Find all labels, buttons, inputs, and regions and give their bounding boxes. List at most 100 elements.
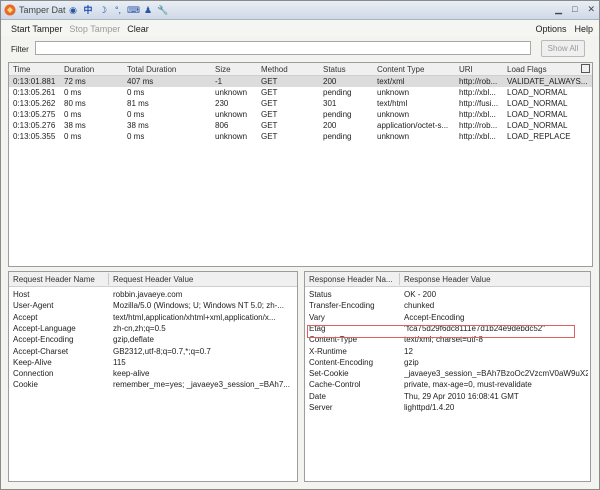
header-row[interactable]: X-Runtime 12 xyxy=(305,346,590,357)
table-cell: 407 ms xyxy=(127,77,154,86)
header-row[interactable]: Transfer-Encoding chunked xyxy=(305,300,590,311)
stop-tamper-button[interactable]: Stop Tamper xyxy=(69,24,120,34)
filter-input[interactable] xyxy=(35,41,531,55)
header-row[interactable]: Date Thu, 29 Apr 2010 16:08:41 GMT xyxy=(305,391,590,402)
table-cell: unknown xyxy=(215,88,248,97)
column-header[interactable]: URI xyxy=(459,65,505,74)
title-bar: Tamper Dat ◉ 中 ☽ °, ⌨ ♟ 🔧 ▁ □ ✕ xyxy=(1,1,599,20)
header-name: Accept xyxy=(13,312,38,322)
header-row[interactable]: Set-Cookie _javaeye3_session_=BAh7BzoOc2V… xyxy=(305,368,590,379)
filter-bar: Filter Show All xyxy=(1,38,599,60)
table-cell: pending xyxy=(323,110,352,119)
header-row[interactable]: Accept text/html,application/xhtml+xml,ap… xyxy=(9,312,297,323)
header-row[interactable]: Server lighttpd/1.4.20 xyxy=(305,402,590,413)
header-name: Accept-Charset xyxy=(13,346,69,356)
start-tamper-button[interactable]: Start Tamper xyxy=(11,24,62,34)
options-menu[interactable]: Options xyxy=(535,24,566,34)
table-cell: text/xml xyxy=(377,77,405,86)
column-header[interactable]: Status xyxy=(323,65,375,74)
table-cell: 0:13:01.881 xyxy=(13,77,56,86)
header-row[interactable]: Host robbin.javaeye.com xyxy=(9,289,297,300)
header-row[interactable]: Accept-Language zh-cn,zh;q=0.5 xyxy=(9,323,297,334)
header-value: gzip,deflate xyxy=(113,335,154,345)
header-row[interactable]: Status OK - 200 xyxy=(305,289,590,300)
table-cell: 0 ms xyxy=(64,132,82,141)
column-picker-icon[interactable] xyxy=(581,64,590,73)
table-cell: application/octet-s... xyxy=(377,121,449,130)
header-row[interactable]: Cookie remember_me=yes; _javaeye3_session… xyxy=(9,379,297,390)
table-row[interactable]: 0:13:05.261 0 ms 0 ms unknown GET pending unkn… xyxy=(9,87,592,98)
table-cell: pending xyxy=(323,88,352,97)
table-cell: text/html xyxy=(377,99,408,108)
header-row[interactable]: User-Agent Mozilla/5.0 (Windows; U; Windo… xyxy=(9,300,297,311)
response-headers-table: Response Header Na... Response Header Va… xyxy=(304,271,591,482)
punctuation-icon[interactable]: °, xyxy=(112,4,124,16)
table-cell: VALIDATE_ALWAYS... xyxy=(507,77,588,86)
help-menu[interactable]: Help xyxy=(574,24,593,34)
table-row[interactable]: 0:13:05.276 38 ms 38 ms 806 GET 200 applicatio… xyxy=(9,120,592,131)
table-row[interactable]: 0:13:05.355 0 ms 0 ms unknown GET pending unkn… xyxy=(9,131,592,142)
show-all-button[interactable]: Show All xyxy=(541,40,585,57)
table-cell: LOAD_NORMAL xyxy=(507,88,568,97)
header-row[interactable]: Accept-Charset GB2312,utf-8;q=0.7,*;q=0.7 xyxy=(9,346,297,357)
header-row[interactable]: Content-Encoding gzip xyxy=(305,357,590,368)
header-row[interactable]: Keep-Alive 115 xyxy=(9,357,297,368)
firefox-icon[interactable]: ◉ xyxy=(67,4,79,16)
column-header[interactable]: Duration xyxy=(64,65,124,74)
maximize-icon[interactable]: □ xyxy=(572,4,577,15)
table-cell: 301 xyxy=(323,99,337,108)
header-name: Set-Cookie xyxy=(309,369,349,379)
header-value: text/html,application/xhtml+xml,applicat… xyxy=(113,312,276,322)
clear-button[interactable]: Clear xyxy=(127,24,149,34)
request-header-name-column[interactable]: Request Header Name xyxy=(13,275,95,284)
table-row[interactable]: 0:13:05.262 80 ms 81 ms 230 GET 301 text/html h… xyxy=(9,98,592,109)
user-icon[interactable]: ♟ xyxy=(142,4,154,16)
table-cell: -1 xyxy=(215,77,223,86)
table-row[interactable]: 0:13:05.275 0 ms 0 ms unknown GET pending unkn… xyxy=(9,109,592,120)
moon-icon[interactable]: ☽ xyxy=(97,4,109,16)
column-header[interactable]: Content Type xyxy=(377,65,457,74)
header-value: zh-cn,zh;q=0.5 xyxy=(113,323,166,333)
column-header[interactable]: Time xyxy=(13,65,63,74)
column-divider[interactable] xyxy=(108,273,109,285)
minimize-icon[interactable]: ▁ xyxy=(555,4,562,15)
header-name: Cookie xyxy=(13,380,38,390)
table-cell: http://xbl... xyxy=(459,110,496,119)
header-row[interactable]: Cache-Control private, max-age=0, must-re… xyxy=(305,379,590,390)
table-cell: 0:13:05.276 xyxy=(13,121,56,130)
header-value: chunked xyxy=(404,301,435,311)
wrench-icon[interactable]: 🔧 xyxy=(157,4,169,16)
table-cell: 0 ms xyxy=(127,110,145,119)
table-cell: http://xbl... xyxy=(459,132,496,141)
close-icon[interactable]: ✕ xyxy=(587,4,595,15)
table-cell: 72 ms xyxy=(64,77,86,86)
table-cell: unknown xyxy=(215,132,248,141)
header-row[interactable]: Accept-Encoding gzip,deflate xyxy=(9,334,297,345)
column-header[interactable]: Size xyxy=(215,65,259,74)
table-cell: 38 ms xyxy=(64,121,86,130)
table-cell: pending xyxy=(323,132,352,141)
request-header-value-column[interactable]: Request Header Value xyxy=(113,275,193,284)
table-cell: 38 ms xyxy=(127,121,149,130)
column-header[interactable]: Load Flags xyxy=(507,65,589,74)
table-cell: http://rob... xyxy=(459,77,498,86)
requests-table: Time Duration Total Duration Size Method Stat… xyxy=(8,62,593,267)
table-row[interactable]: 0:13:01.881 72 ms 407 ms -1 GET 200 text/xml ht… xyxy=(9,76,592,87)
header-value: robbin.javaeye.com xyxy=(113,290,183,299)
header-name: Keep-Alive xyxy=(13,357,52,367)
table-cell: 0:13:05.261 xyxy=(13,88,56,97)
header-row[interactable]: Vary Accept-Encoding xyxy=(305,312,590,323)
column-header[interactable]: Total Duration xyxy=(127,65,211,74)
response-header-value-column[interactable]: Response Header Value xyxy=(404,275,491,284)
column-header[interactable]: Method xyxy=(261,65,321,74)
header-row[interactable]: Connection keep-alive xyxy=(9,368,297,379)
keyboard-icon[interactable]: ⌨ xyxy=(127,4,140,16)
table-cell: unknown xyxy=(377,88,410,97)
table-cell: 200 xyxy=(323,77,337,86)
chinese-ime-icon[interactable]: 中 xyxy=(82,4,94,16)
column-divider[interactable] xyxy=(399,273,400,285)
header-name: Accept-Encoding xyxy=(13,335,74,345)
header-value: lighttpd/1.4.20 xyxy=(404,403,455,412)
response-header-name-column[interactable]: Response Header Na... xyxy=(309,275,393,284)
request-headers-table: Request Header Name Request Header Value… xyxy=(8,271,298,482)
